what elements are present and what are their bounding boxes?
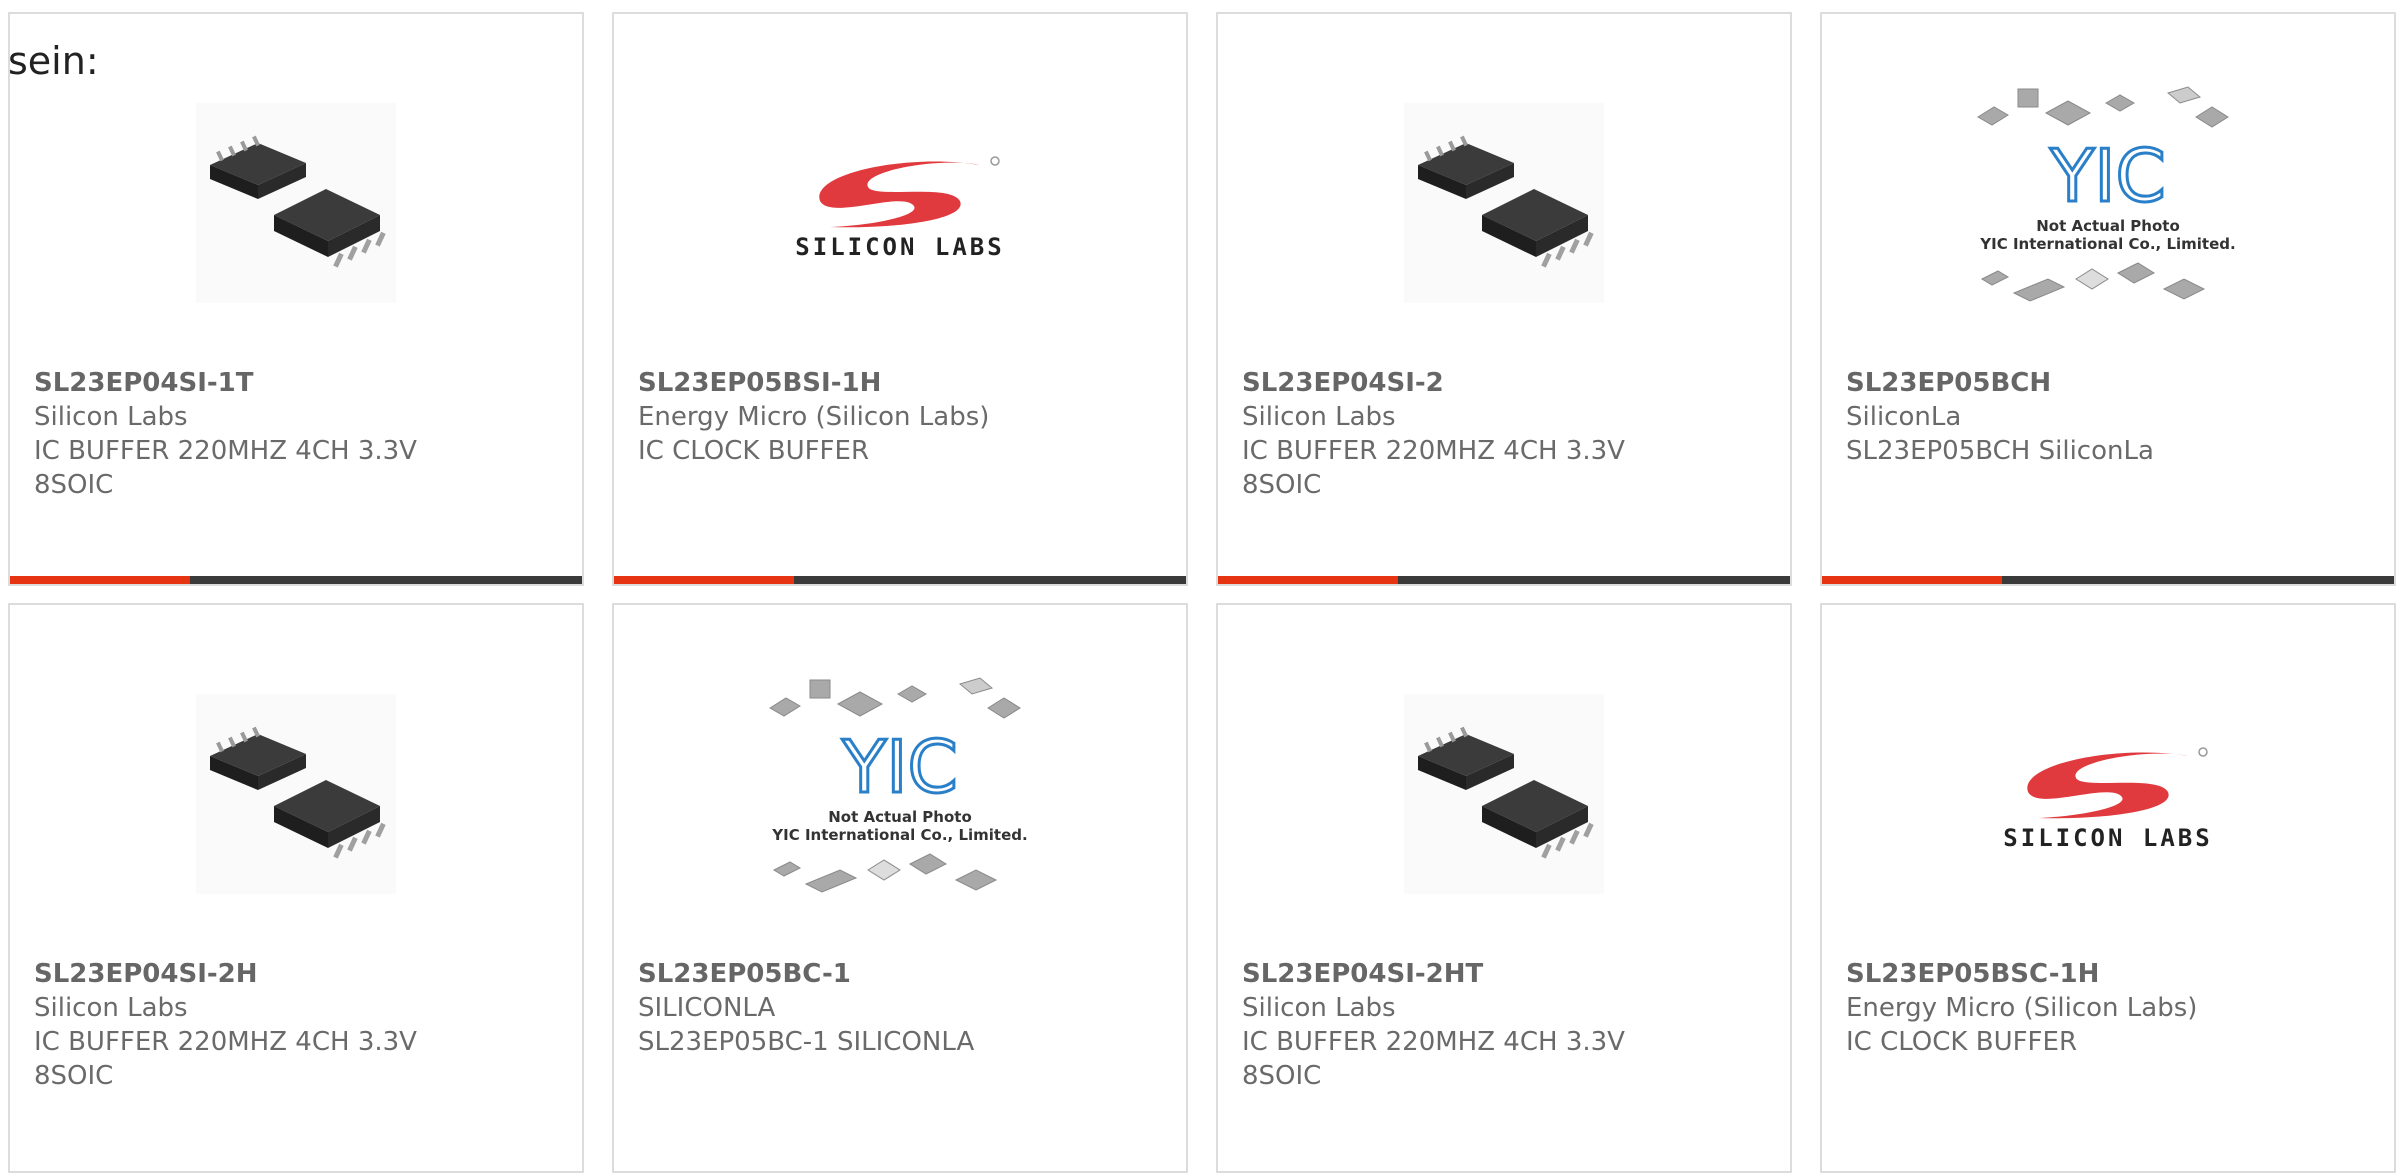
- yic-note-2: YIC International Co., Limited.: [771, 826, 1027, 844]
- description-line: IC BUFFER 220MHZ 4CH 3.3V: [1242, 1027, 1625, 1057]
- product-card[interactable]: YIC Not Actual Photo YIC International C…: [1820, 12, 2396, 586]
- yic-logo-text: YIC: [841, 725, 958, 809]
- manufacturer-label: Silicon Labs: [34, 402, 188, 432]
- manufacturer-label: Energy Micro (Silicon Labs): [1846, 993, 2198, 1023]
- yic-note-1: Not Actual Photo: [2036, 217, 2180, 235]
- soic-chip-image: [196, 694, 396, 894]
- description-line: IC BUFFER 220MHZ 4CH 3.3V: [1242, 436, 1625, 466]
- description-line: SL23EP05BC-1 SILICONLA: [638, 1027, 975, 1057]
- description-line: 8SOIC: [1242, 1061, 1322, 1091]
- product-info: SL23EP04SI-2HT Silicon Labs IC BUFFER 220M…: [1242, 957, 1766, 1093]
- soic-chip-image: [1404, 103, 1604, 303]
- part-number-link[interactable]: SL23EP04SI-2HT: [1242, 957, 1766, 991]
- description-line: 8SOIC: [34, 470, 114, 500]
- part-number-link[interactable]: SL23EP04SI-1T: [34, 366, 558, 400]
- product-photo[interactable]: YIC Not Actual Photo YIC International C…: [1968, 83, 2248, 323]
- product-card[interactable]: SILICON LABS SL23EP05BSC-1H Energy Micro …: [1820, 603, 2396, 1173]
- product-photo[interactable]: YIC Not Actual Photo YIC International C…: [760, 674, 1040, 914]
- product-card[interactable]: SL23EP04SI-2HT Silicon Labs IC BUFFER 220M…: [1216, 603, 1792, 1173]
- intro-text: sein:: [8, 39, 99, 83]
- manufacturer-label: SILICONLA: [638, 993, 776, 1023]
- part-number-link[interactable]: SL23EP05BSI-1H: [638, 366, 1162, 400]
- soic-chip-image: [196, 103, 396, 303]
- part-number-link[interactable]: SL23EP05BCH: [1846, 366, 2370, 400]
- product-info: SL23EP05BSI-1H Energy Micro (Silicon Labs…: [638, 366, 1162, 468]
- card-accent-bar: [1218, 576, 1398, 584]
- description-line: IC BUFFER 220MHZ 4CH 3.3V: [34, 1027, 417, 1057]
- part-number-link[interactable]: SL23EP04SI-2H: [34, 957, 558, 991]
- product-photo[interactable]: [1364, 674, 1644, 914]
- yic-note-2: YIC International Co., Limited.: [1979, 235, 2235, 253]
- silicon-labs-logo-image: SILICON LABS: [795, 156, 1004, 261]
- product-info: SL23EP04SI-2 Silicon Labs IC BUFFER 220MHZ…: [1242, 366, 1766, 502]
- card-accent-bar: [614, 576, 794, 584]
- manufacturer-label: Silicon Labs: [1242, 993, 1396, 1023]
- description-line: SL23EP05BCH SiliconLa: [1846, 436, 2154, 466]
- description-line: 8SOIC: [34, 1061, 114, 1091]
- yic-placeholder-image: YIC Not Actual Photo YIC International C…: [769, 677, 1028, 893]
- soic-chip-image: [1404, 694, 1604, 894]
- manufacturer-label: Energy Micro (Silicon Labs): [638, 402, 990, 432]
- product-card[interactable]: YIC Not Actual Photo YIC International C…: [612, 603, 1188, 1173]
- card-accent-bar: [10, 576, 190, 584]
- silicon-labs-logo-text: SILICON LABS: [2003, 824, 2212, 852]
- product-photo[interactable]: [156, 83, 436, 323]
- card-accent-bar: [1822, 576, 2002, 584]
- product-card[interactable]: SL23EP04SI-2 Silicon Labs IC BUFFER 220MHZ…: [1216, 12, 1792, 586]
- product-info: SL23EP04SI-2H Silicon Labs IC BUFFER 220MH…: [34, 957, 558, 1093]
- product-info: SL23EP05BSC-1H Energy Micro (Silicon Labs…: [1846, 957, 2370, 1059]
- yic-note-1: Not Actual Photo: [828, 808, 972, 826]
- card-bottom-bar: [10, 576, 582, 584]
- manufacturer-label: Silicon Labs: [1242, 402, 1396, 432]
- description-line: IC CLOCK BUFFER: [638, 436, 870, 466]
- product-photo[interactable]: SILICON LABS: [760, 83, 1040, 323]
- description-line: IC BUFFER 220MHZ 4CH 3.3V: [34, 436, 417, 466]
- silicon-labs-logo-image: SILICON LABS: [2003, 747, 2212, 852]
- product-photo[interactable]: [156, 674, 436, 914]
- product-card[interactable]: SL23EP04SI-2H Silicon Labs IC BUFFER 220MH…: [8, 603, 584, 1173]
- product-photo[interactable]: [1364, 83, 1644, 323]
- part-number-link[interactable]: SL23EP05BSC-1H: [1846, 957, 2370, 991]
- part-number-link[interactable]: SL23EP05BC-1: [638, 957, 1162, 991]
- product-card[interactable]: SL23EP04SI-1T Silicon Labs IC BUFFER 220MH…: [8, 12, 584, 586]
- card-bottom-bar: [1218, 576, 1790, 584]
- yic-logo-text: YIC: [2049, 134, 2166, 218]
- card-bottom-bar: [1822, 576, 2394, 584]
- yic-placeholder-image: YIC Not Actual Photo YIC International C…: [1977, 86, 2236, 302]
- card-bottom-bar: [614, 576, 1186, 584]
- product-photo[interactable]: SILICON LABS: [1968, 674, 2248, 914]
- product-card[interactable]: SILICON LABS SL23EP05BSI-1H Energy Micro …: [612, 12, 1188, 586]
- manufacturer-label: SiliconLa: [1846, 402, 1962, 432]
- manufacturer-label: Silicon Labs: [34, 993, 188, 1023]
- silicon-labs-logo-text: SILICON LABS: [795, 233, 1004, 261]
- description-line: 8SOIC: [1242, 470, 1322, 500]
- product-info: SL23EP05BC-1 SILICONLA SL23EP05BC-1 SILICO…: [638, 957, 1162, 1059]
- description-line: IC CLOCK BUFFER: [1846, 1027, 2078, 1057]
- product-info: SL23EP05BCH SiliconLa SL23EP05BCH SiliconL…: [1846, 366, 2370, 468]
- product-info: SL23EP04SI-1T Silicon Labs IC BUFFER 220MH…: [34, 366, 558, 502]
- part-number-link[interactable]: SL23EP04SI-2: [1242, 366, 1766, 400]
